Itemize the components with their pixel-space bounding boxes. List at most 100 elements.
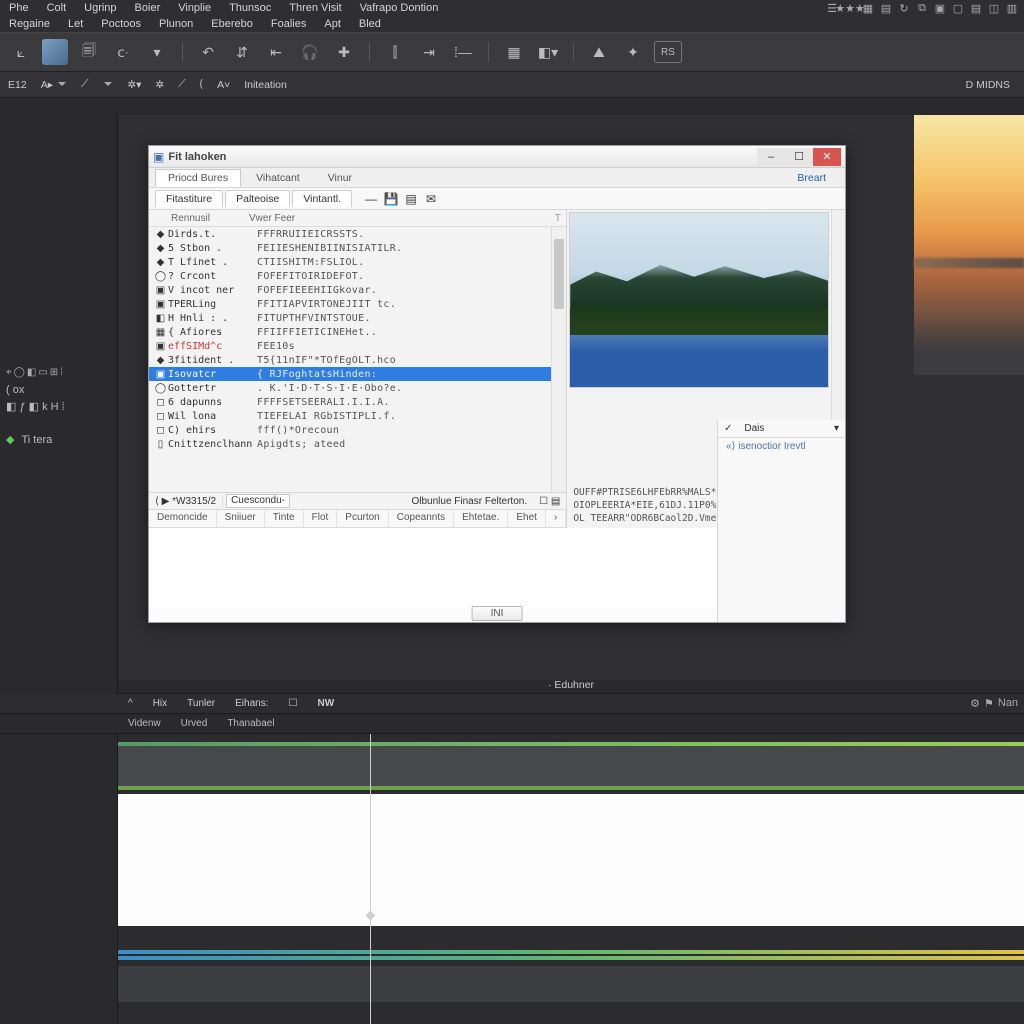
chevron-down-icon[interactable]: ▾ xyxy=(828,423,845,434)
check-icon[interactable]: ✓ xyxy=(718,423,738,434)
file-row[interactable]: ◧H Hnli : .FITUPTHFVINTSTOUE. xyxy=(149,311,566,325)
effects-icon[interactable]: ✦ xyxy=(620,39,646,65)
micro-icon[interactable]: ⁞ xyxy=(60,367,63,378)
sys-icon[interactable]: ▤ xyxy=(968,0,984,16)
panel-row[interactable]: ◆ Ti tera xyxy=(0,431,117,448)
col[interactable]: Tinte xyxy=(265,510,304,527)
playhead[interactable] xyxy=(370,734,371,1024)
tl-subtab[interactable]: Videnw xyxy=(118,716,171,731)
micro-icon[interactable]: ▭ xyxy=(38,367,47,378)
dialog-tab[interactable]: Vinur xyxy=(315,169,365,187)
sys-icon[interactable]: ◫ xyxy=(986,0,1002,16)
add-icon[interactable]: ✚ xyxy=(331,39,357,65)
sys-icon[interactable]: ▢ xyxy=(950,0,966,16)
layout-icon[interactable]: ▤ xyxy=(402,191,420,207)
opt-item[interactable]: E12 xyxy=(8,79,27,91)
right-pane-item[interactable]: «⟩ isenoctior Irevtl xyxy=(718,438,845,455)
col[interactable]: Ehtetae. xyxy=(454,510,508,527)
col[interactable]: Pcurton xyxy=(337,510,388,527)
nav-tab[interactable]: Palteoise xyxy=(225,190,290,207)
sys-icon[interactable]: ↻ xyxy=(896,0,912,16)
tool-icon[interactable]: ⇵ xyxy=(229,39,255,65)
tl-tab[interactable]: ☐ xyxy=(279,696,308,711)
menu-colt[interactable]: Colt xyxy=(44,1,78,15)
nav-tab[interactable]: Fitastiture xyxy=(155,190,223,207)
dropdown-icon[interactable]: ▾ xyxy=(144,39,170,65)
timeline-tracks[interactable] xyxy=(118,734,1024,1024)
menu2-item[interactable]: Plunon xyxy=(156,17,204,31)
dialog-tab[interactable]: Priocd Bures xyxy=(155,169,241,187)
collapse-icon[interactable]: — xyxy=(362,191,380,207)
filter-drop[interactable]: Cuescondu- xyxy=(223,494,405,508)
timeline[interactable] xyxy=(0,734,1024,1024)
tl-tab[interactable]: Tunler xyxy=(177,696,225,711)
sys-icon[interactable]: ▤ xyxy=(878,0,894,16)
file-row[interactable]: ◻Wil lonaTIEFELAI RGbISTIPLI.f. xyxy=(149,409,566,423)
tool-icon[interactable]: ⇥ xyxy=(416,39,442,65)
col[interactable]: Copeannts xyxy=(389,510,454,527)
track[interactable] xyxy=(118,950,1024,954)
col-name[interactable]: Rennusil xyxy=(149,213,249,224)
tool-icon[interactable]: ⫿ xyxy=(382,39,408,65)
tool-icon[interactable]: ⅽ· xyxy=(110,39,136,65)
file-row[interactable]: ◆Dirds.t.FFFRRUIIEICRSSTS. xyxy=(149,227,566,241)
dialog-tab-right[interactable]: Breart xyxy=(784,169,839,187)
document-icon[interactable]: 🗐 xyxy=(76,39,102,65)
menu-vinplie[interactable]: Vinplie xyxy=(175,1,222,15)
chevron-down-icon[interactable] xyxy=(102,79,113,90)
chevron-down-icon[interactable] xyxy=(56,79,67,90)
tl-tab[interactable]: Eihans: xyxy=(225,696,278,711)
menu-thunsoc[interactable]: Thunsoc xyxy=(226,1,282,15)
save-icon[interactable]: 💾 xyxy=(382,191,400,207)
menu2-item[interactable]: Poctoos xyxy=(98,17,152,31)
file-list[interactable]: ◆Dirds.t.FFFRRUIIEICRSSTS.◆5 Stbon .FEII… xyxy=(149,227,566,492)
opt-item[interactable]: ⟋ xyxy=(178,78,185,91)
file-row[interactable]: ▦{ AfioresFFIIFFIETICINEHet.. xyxy=(149,325,566,339)
menu-phe[interactable]: Phe xyxy=(6,1,40,15)
rs-button[interactable]: RS xyxy=(654,41,682,63)
file-row[interactable]: ◆T Lfinet .CTIISHITM:FSLIOL. xyxy=(149,255,566,269)
tl-tab[interactable]: Hix xyxy=(143,696,177,711)
micro-icon[interactable]: ⌖ xyxy=(6,367,12,378)
track[interactable] xyxy=(118,966,1024,1002)
track[interactable] xyxy=(118,742,1024,790)
opt-item[interactable]: ⟮ xyxy=(200,78,204,91)
file-row[interactable]: ▣effSIMd^cFEE10s xyxy=(149,339,566,353)
tl-subtab[interactable]: Urved xyxy=(171,716,218,731)
file-row[interactable]: ▣TPERLingFFITIAPVIRTONEJIIT tc. xyxy=(149,297,566,311)
menu2-item[interactable]: Regaine xyxy=(6,17,61,31)
minimize-button[interactable]: – xyxy=(757,148,785,166)
tl-tab[interactable]: ^ xyxy=(118,696,143,711)
grid-icon[interactable]: ▦ xyxy=(501,39,527,65)
maximize-button[interactable]: ☐ xyxy=(785,148,813,166)
tool-icon[interactable]: ⟀ xyxy=(8,39,34,65)
tool-icon[interactable]: ⇤ xyxy=(263,39,289,65)
opt-item[interactable] xyxy=(102,79,113,90)
file-row[interactable]: ◻C) ehirsfff()*Orecoun xyxy=(149,423,566,437)
scroll-thumb[interactable] xyxy=(554,239,564,309)
file-row[interactable]: ◯Gottertr. K.'I·D·T·S·I·E·Obo?e. xyxy=(149,381,566,395)
track[interactable] xyxy=(118,794,1024,926)
menu2-item[interactable]: Let xyxy=(65,17,94,31)
avatar-icon[interactable] xyxy=(42,39,68,65)
track[interactable] xyxy=(118,1004,1024,1024)
tool-icon[interactable]: ⁞— xyxy=(450,39,476,65)
col[interactable]: Demoncide xyxy=(149,510,217,527)
dialog-tab[interactable]: Vihatcant xyxy=(243,169,313,187)
image-icon[interactable]: ⛰ xyxy=(586,39,612,65)
col-add[interactable]: T xyxy=(549,213,566,224)
menu-vafrapo[interactable]: Vafrapo Dontion xyxy=(357,1,450,15)
opt-item[interactable]: A˅ xyxy=(217,79,230,91)
file-row[interactable]: ◆5 Stbon .FEIIESHENIBIINISIATILR. xyxy=(149,241,566,255)
sys-icon[interactable]: ▥ xyxy=(1004,0,1020,16)
filter-left[interactable]: ⟨ ▶ *W3315/2 xyxy=(149,496,223,507)
filter-icons[interactable]: ☐ ▤ xyxy=(533,496,566,507)
menu2-item[interactable]: Foalies xyxy=(268,17,317,31)
file-row[interactable]: ▯CnittzenclhannApigdts; ateed xyxy=(149,437,566,451)
headphones-icon[interactable]: 🎧 xyxy=(297,39,323,65)
close-button[interactable]: ✕ xyxy=(813,148,841,166)
col[interactable]: Flot xyxy=(304,510,338,527)
micro-icon[interactable]: ⊞ xyxy=(50,367,58,378)
col-nav[interactable]: › xyxy=(546,510,566,527)
track[interactable] xyxy=(118,956,1024,960)
